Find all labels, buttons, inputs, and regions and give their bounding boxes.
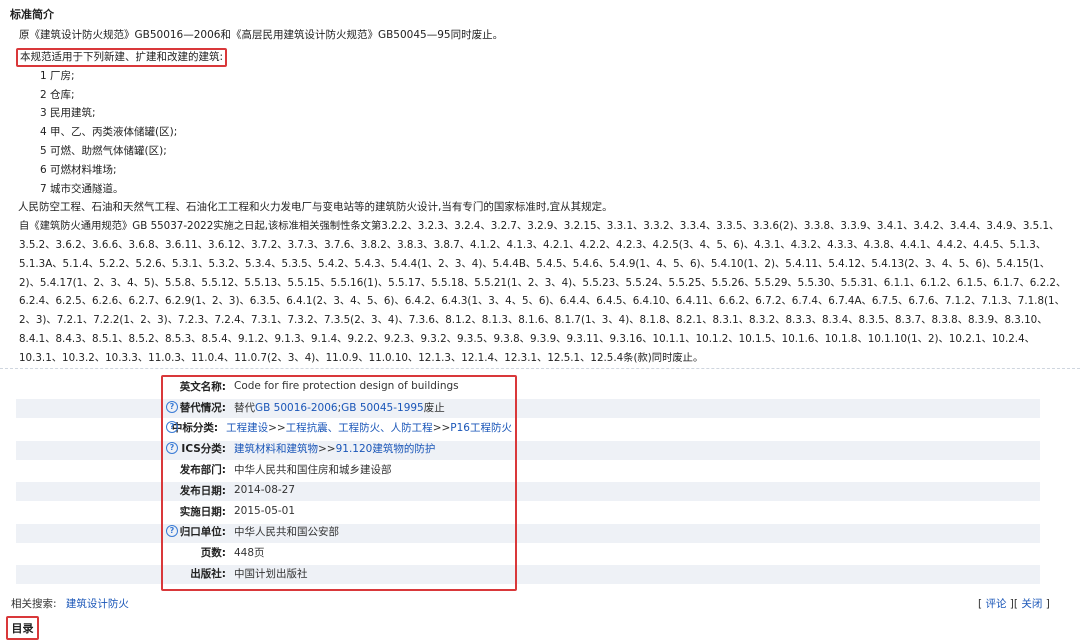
info-value: 中国计划出版社 xyxy=(234,568,308,581)
bracket: ][ xyxy=(1009,598,1018,610)
intro-line-replaced: 原《建筑设计防火规范》GB50016—2006和《高层民用建筑设计防火规范》GB… xyxy=(19,29,504,41)
info-label: 英文名称: xyxy=(179,380,226,393)
info-label: 替代情况: xyxy=(179,401,226,414)
standard-info-table: 英文名称: Code for fire protection design of… xyxy=(162,376,512,584)
info-row-ccs: ? 中标分类: 工程建设>>工程抗震、工程防火、人防工程>>P16工程防火 xyxy=(162,418,512,439)
intro-abolished-clauses: 自《建筑防火通用规范》GB 55037-2022实施之日起,该标准相关强制性条文… xyxy=(19,220,1067,364)
info-value: 废止 xyxy=(423,401,445,414)
info-row-implement-date: 实施日期: 2015-05-01 xyxy=(162,501,512,522)
comment-link[interactable]: 评论 xyxy=(985,598,1006,610)
info-row-owner: ? 归口单位: 中华人民共和国公安部 xyxy=(162,522,512,543)
section-title: 标准简介 xyxy=(10,8,54,21)
link-gb50016[interactable]: GB 50016-2006 xyxy=(255,402,338,414)
list-item: 5 可燃、助燃气体储罐(区); xyxy=(40,144,167,157)
info-row-press: 出版社: 中国计划出版社 xyxy=(162,563,512,584)
intro-special-line: 人民防空工程、石油和天然气工程、石油化工工程和火力发电厂与变电站等的建筑防火设计… xyxy=(18,201,613,214)
bracket: ] xyxy=(1045,598,1050,610)
link-ccs-level3[interactable]: P16工程防火 xyxy=(450,422,512,434)
related-search: 相关搜索: 建筑设计防火 xyxy=(11,596,129,611)
list-item: 7 城市交通隧道。 xyxy=(40,182,124,195)
related-search-link[interactable]: 建筑设计防火 xyxy=(66,598,129,610)
info-label: 发布日期: xyxy=(179,484,226,497)
help-icon[interactable]: ? xyxy=(166,442,178,455)
info-value: 替代 xyxy=(234,401,255,414)
list-item: 1 厂房; xyxy=(40,69,75,82)
intro-block: 原《建筑设计防火规范》GB50016—2006和《高层民用建筑设计防火规范》GB… xyxy=(16,26,1069,368)
info-value: 中华人民共和国住房和城乡建设部 xyxy=(234,464,392,477)
related-search-label: 相关搜索: xyxy=(11,598,57,610)
link-ics-level2[interactable]: 91.120建筑物的防护 xyxy=(336,443,436,455)
link-ccs-level1[interactable]: 工程建设 xyxy=(226,422,268,434)
separator: >> xyxy=(318,443,336,456)
info-label: 页数: xyxy=(200,547,226,560)
info-value: 中华人民共和国公安部 xyxy=(234,526,339,539)
separator: >> xyxy=(432,422,451,435)
info-label: ICS分类: xyxy=(181,443,226,456)
intro-scope-line: 本规范适用于下列新建、扩建和改建的建筑: xyxy=(20,50,224,63)
help-icon[interactable]: ? xyxy=(166,400,178,413)
info-label: 发布部门: xyxy=(179,464,226,477)
highlight-box-scope: 本规范适用于下列新建、扩建和改建的建筑: xyxy=(16,47,228,67)
info-row-english-name: 英文名称: Code for fire protection design of… xyxy=(162,376,512,397)
info-value: 448页 xyxy=(234,547,265,560)
divider xyxy=(0,368,1080,369)
info-row-ics: ? ICS分类: 建筑材料和建筑物>>91.120建筑物的防护 xyxy=(162,438,512,459)
list-item: 2 仓库; xyxy=(40,88,75,101)
toc-title: 目录 xyxy=(6,616,39,640)
action-links: [ 评论 ][ 关闭 ] xyxy=(978,596,1050,611)
list-item: 3 民用建筑; xyxy=(40,107,96,120)
link-gb50045[interactable]: GB 50045-1995 xyxy=(341,402,424,414)
link-ics-level1[interactable]: 建筑材料和建筑物 xyxy=(234,443,318,455)
info-label: 中标分类: xyxy=(171,422,219,435)
list-item: 4 甲、乙、丙类液体储罐(区); xyxy=(40,126,178,139)
info-value: Code for fire protection design of build… xyxy=(234,380,459,393)
close-link[interactable]: 关闭 xyxy=(1021,598,1042,610)
info-row-publish-date: 发布日期: 2014-08-27 xyxy=(162,480,512,501)
separator: >> xyxy=(268,422,286,435)
info-label: 归口单位: xyxy=(179,526,226,539)
info-row-pages: 页数: 448页 xyxy=(162,542,512,563)
info-row-publisher-dept: 发布部门: 中华人民共和国住房和城乡建设部 xyxy=(162,459,512,480)
bracket: [ xyxy=(978,598,983,610)
info-value: 2014-08-27 xyxy=(234,484,296,497)
info-label: 出版社: xyxy=(190,568,226,581)
list-item: 6 可燃材料堆场; xyxy=(40,163,117,176)
help-icon[interactable]: ? xyxy=(166,525,178,538)
info-row-replace: ? 替代情况: 替代GB 50016-2006;GB 50045-1995废止 xyxy=(162,397,512,418)
info-label: 实施日期: xyxy=(179,505,226,518)
link-ccs-level2[interactable]: 工程抗震、工程防火、人防工程 xyxy=(286,422,433,434)
info-value: 2015-05-01 xyxy=(234,505,296,518)
